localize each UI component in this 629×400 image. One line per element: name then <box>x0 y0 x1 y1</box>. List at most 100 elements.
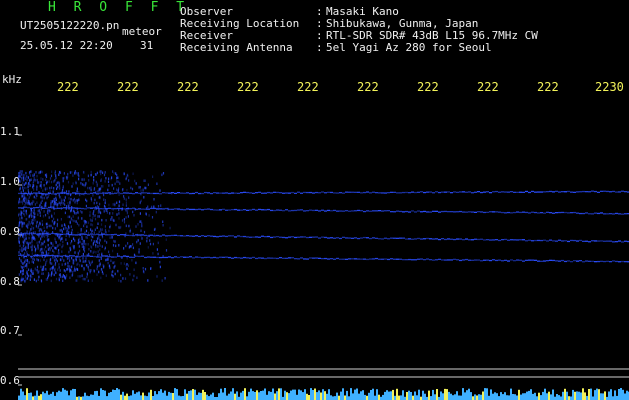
echo-pixel <box>67 225 70 228</box>
trace-segment <box>279 257 282 259</box>
echo-pixel <box>36 258 38 261</box>
strength-bar <box>614 390 616 400</box>
trace-segment <box>246 191 249 194</box>
echo-pixel <box>52 226 54 230</box>
echo-pixel <box>31 240 33 244</box>
echo-pixel <box>64 203 66 206</box>
trace-segment <box>312 209 315 212</box>
trace-segment <box>351 258 354 260</box>
trace-segment <box>390 191 393 193</box>
echo-pixel <box>73 209 75 213</box>
echo-pixel <box>126 267 128 270</box>
trace-segment <box>18 192 21 195</box>
echo-pixel <box>100 178 102 181</box>
trace-segment <box>240 209 243 211</box>
trace-segment <box>609 261 612 263</box>
echo-pixel <box>31 244 33 247</box>
strength-bar <box>562 391 564 400</box>
strength-bar <box>568 396 570 400</box>
strength-bar <box>146 396 148 400</box>
x-tick-label: 222 <box>357 80 379 94</box>
echo-pixel <box>47 276 49 280</box>
strength-bar <box>608 391 610 400</box>
echo-pixel <box>48 180 50 183</box>
strength-bar <box>310 388 312 400</box>
echo-pixel <box>68 204 70 208</box>
trace-segment <box>99 234 102 236</box>
echo-pixel <box>75 171 77 175</box>
strength-bar <box>264 388 266 400</box>
echo-pixel <box>83 219 85 223</box>
strength-bar <box>202 389 204 400</box>
trace-segment <box>489 259 492 262</box>
trace-segment <box>63 192 66 194</box>
echo-pixel <box>23 173 25 177</box>
trace-segment <box>138 234 141 236</box>
strength-bar <box>346 390 348 400</box>
echo-pixel <box>150 267 152 270</box>
echo-pixel <box>27 202 29 205</box>
trace-segment <box>150 234 153 236</box>
strength-bar <box>368 392 370 400</box>
trace-segment <box>36 233 39 235</box>
trace-segment <box>300 209 303 211</box>
strength-bar <box>360 391 362 400</box>
trace-segment <box>576 212 579 214</box>
echo-pixel <box>147 205 149 208</box>
trace-segment <box>159 256 162 259</box>
echo-pixel <box>111 273 113 277</box>
strength-bar <box>448 391 450 400</box>
strength-bar <box>124 395 126 400</box>
echo-pixel <box>30 221 33 224</box>
echo-pixel <box>87 174 89 178</box>
echo-pixel <box>103 266 105 269</box>
strength-bar <box>512 394 514 400</box>
echo-pixel <box>48 273 50 277</box>
trace-segment <box>123 234 126 236</box>
echo-pixel <box>30 245 32 249</box>
echo-pixel <box>105 177 107 180</box>
mode-label: meteor <box>122 25 162 38</box>
strength-bar <box>482 391 484 400</box>
echo-pixel <box>162 220 164 223</box>
trace-segment <box>513 260 516 262</box>
trace-segment <box>177 192 180 194</box>
strength-bar <box>390 391 392 400</box>
strength-bar <box>362 390 364 400</box>
echo-pixel <box>87 265 89 269</box>
trace-segment <box>378 258 381 260</box>
trace-segment <box>246 257 249 259</box>
strength-bar <box>336 392 338 400</box>
echo-pixel <box>90 238 93 242</box>
trace-segment <box>543 191 546 193</box>
trace-segment <box>315 236 318 238</box>
trace-segment <box>480 238 483 240</box>
trace-segment <box>459 191 462 193</box>
trace-segment <box>210 208 213 211</box>
trace-segment <box>597 212 600 215</box>
echo-pixel <box>127 264 129 267</box>
trace-segment <box>486 239 489 241</box>
echo-pixel <box>42 241 45 244</box>
echo-pixel <box>25 245 27 249</box>
echo-pixel <box>29 171 31 174</box>
strength-bar <box>576 391 578 400</box>
echo-pixel <box>40 265 42 269</box>
echo-pixel <box>53 258 55 262</box>
echo-pixel <box>125 198 127 201</box>
trace-segment <box>126 234 129 236</box>
echo-pixel <box>147 279 149 282</box>
trace-segment <box>597 240 600 242</box>
trace-segment <box>363 210 366 213</box>
echo-pixel <box>42 251 44 255</box>
trace-segment <box>69 255 72 257</box>
trace-segment <box>606 190 609 193</box>
echo-pixel <box>99 189 101 193</box>
trace-segment <box>294 192 297 194</box>
trace-segment <box>561 240 564 242</box>
trace-segment <box>474 259 477 261</box>
echo-pixel <box>68 197 70 200</box>
trace-segment <box>366 258 369 261</box>
echo-pixel <box>55 174 57 177</box>
echo-pixel <box>50 224 52 228</box>
